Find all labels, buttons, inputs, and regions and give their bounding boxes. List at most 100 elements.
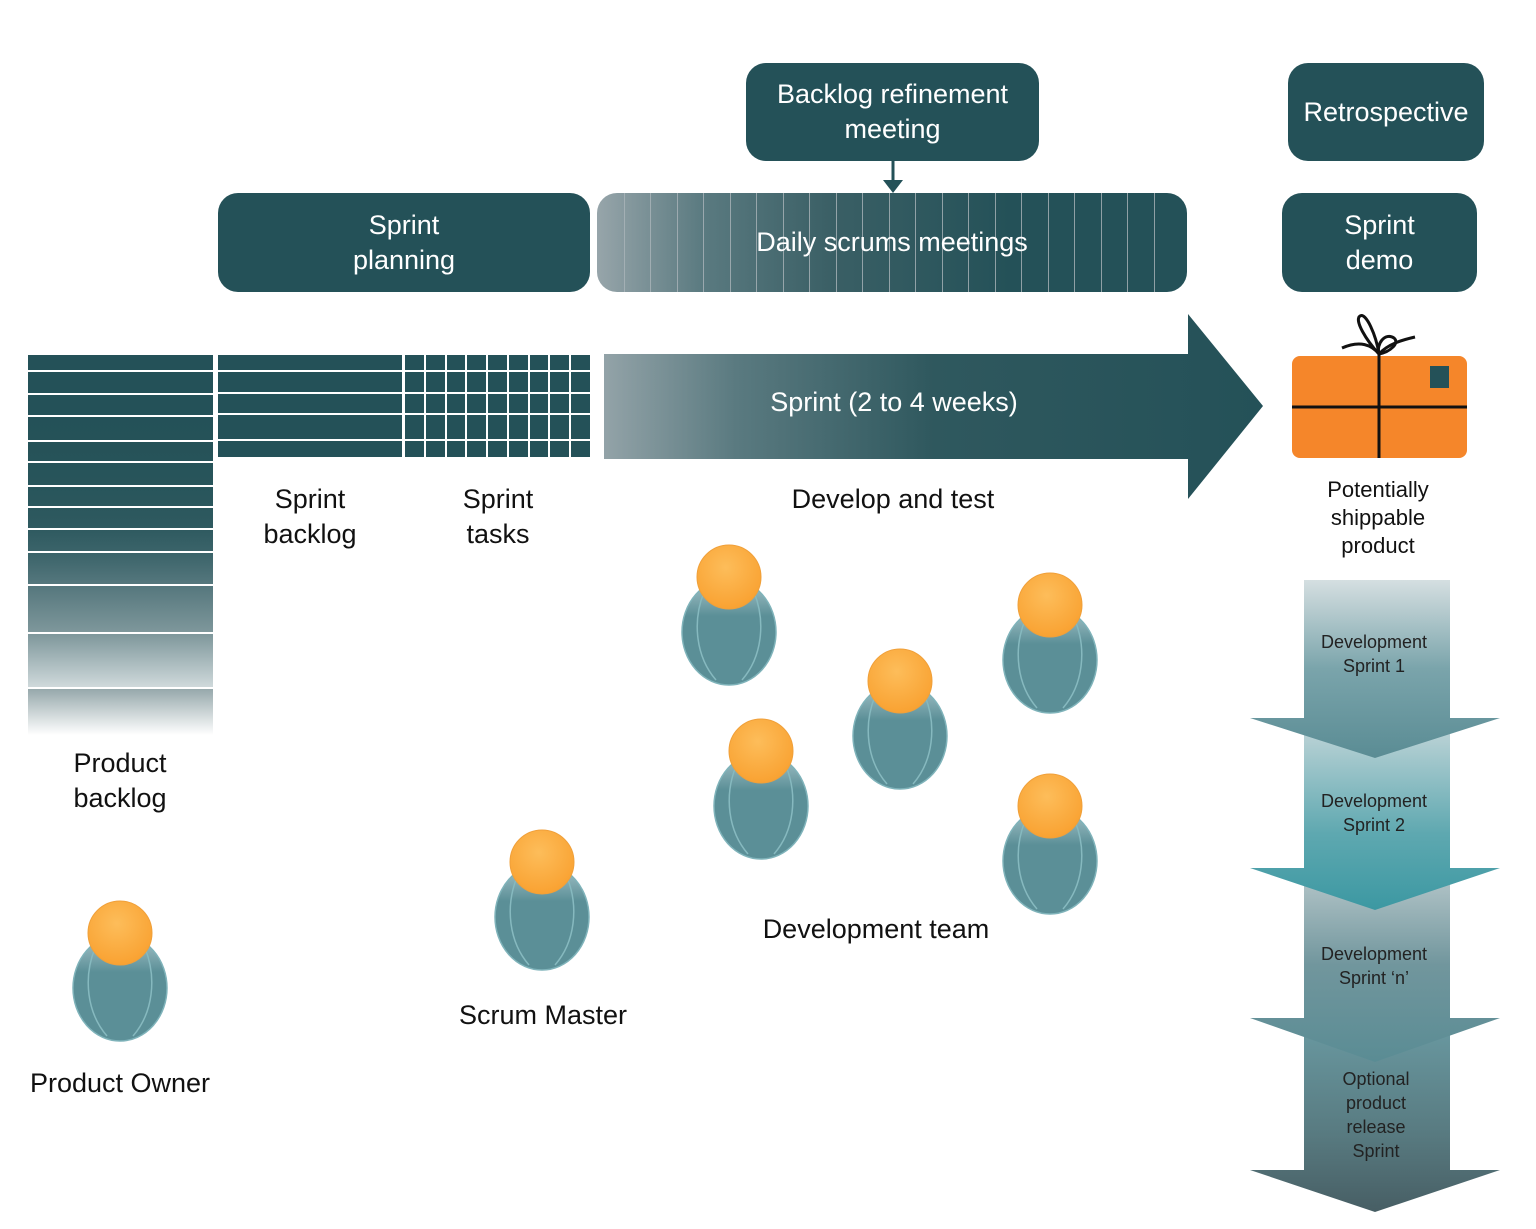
scrum-master-label: Scrum Master (458, 1000, 628, 1030)
sprint-backlog-item (218, 355, 402, 370)
sprint-task-cell (405, 372, 424, 392)
sprint-task-cell (529, 394, 549, 413)
sprint-task-cell (488, 355, 507, 370)
product-backlog-item (28, 417, 213, 440)
sprint-task-cell (488, 394, 507, 413)
sprint-task-cell (467, 394, 487, 413)
product-backlog-item (28, 395, 213, 415)
sprint-task-cell (550, 441, 570, 457)
developer-person-icon (713, 718, 809, 860)
daily-scrums-box: Daily scrums meetings (597, 193, 1187, 292)
sprint-task-cell (425, 372, 445, 392)
product-backlog-item (28, 586, 213, 632)
sprint-duration-label: Sprint (2 to 4 weeks) (770, 387, 1018, 417)
sprint-task-cell (467, 441, 487, 457)
sprint-task-cell (467, 372, 487, 392)
sprint-task-cell (571, 415, 590, 439)
sprint-task-cell (550, 355, 570, 370)
sprint-task-cell (488, 441, 507, 457)
product-backlog-item (28, 530, 213, 551)
daily-scrum-divider (1127, 193, 1128, 292)
product-backlog-stack (28, 355, 213, 738)
product-backlog-item (28, 372, 213, 393)
develop-and-test-label: Develop and test (791, 484, 995, 514)
backlog-refinement-box: Backlog refinement meeting (746, 63, 1039, 161)
release-step-2-label: Development Sprint 2 (1320, 791, 1428, 835)
daily-scrum-divider (1100, 193, 1102, 292)
sprint-task-cell (550, 372, 570, 392)
product-backlog-item (28, 463, 213, 485)
development-team-label: Development team (762, 914, 990, 944)
daily-scrum-divider (703, 193, 704, 292)
developer-person-icon (1002, 773, 1098, 915)
sprint-backlog-item (218, 441, 402, 457)
sprint-tasks-label: Sprint tasks (462, 484, 534, 549)
sprint-task-cell (550, 394, 570, 413)
daily-scrum-divider (1074, 193, 1075, 292)
sprint-task-cell (405, 394, 424, 413)
sprint-task-cell (529, 415, 549, 439)
sprint-task-cell (508, 415, 528, 439)
sprint-task-cell (425, 355, 445, 370)
developer-person-icon (1002, 572, 1098, 714)
sprint-task-cell (529, 372, 549, 392)
daily-scrum-divider (729, 193, 731, 292)
release-step-3-label: Development Sprint ‘n’ (1320, 944, 1428, 988)
sprint-task-cell (425, 415, 445, 439)
developer-person-icon (852, 648, 948, 790)
sprint-backlog-label: Sprint backlog (263, 484, 357, 549)
product-backlog-item (28, 487, 213, 506)
sprint-task-cell (446, 441, 466, 457)
daily-scrum-divider (676, 193, 678, 292)
sprint-task-cell (425, 394, 445, 413)
backlog-refinement-label: Backlog refinement meeting (776, 79, 1009, 144)
product-backlog-item (28, 634, 213, 687)
sprint-task-cell (571, 441, 590, 457)
product-owner-label: Product Owner (29, 1068, 211, 1098)
product-backlog-item (28, 553, 213, 584)
sprint-task-cell (488, 372, 507, 392)
sprint-task-cell (446, 372, 466, 392)
sprint-demo-label: Sprint demo (1344, 209, 1415, 275)
sprint-backlog-stack (218, 355, 402, 459)
sprint-planning-box: Sprint planning (218, 193, 590, 292)
sprint-task-cell (508, 355, 528, 370)
sprint-task-cell (571, 372, 590, 392)
sprint-backlog-item (218, 372, 402, 392)
daily-scrum-divider (1153, 193, 1155, 292)
daily-scrum-divider (650, 193, 651, 292)
release-step-4-label: Optional product release Sprint (1342, 1069, 1410, 1161)
potentially-shippable-label: Potentially shippable product (1327, 477, 1429, 558)
sprint-task-cell (467, 355, 487, 370)
sprint-task-cell (508, 372, 528, 392)
product-backlog-label: Product backlog (73, 748, 167, 813)
sprint-task-cell (571, 394, 590, 413)
sprint-backlog-item (218, 415, 402, 439)
sprint-task-cell (508, 441, 528, 457)
product-backlog-item (28, 689, 213, 735)
product-owner-person-icon (72, 900, 168, 1042)
sprint-task-cell (446, 355, 466, 370)
down-arrow-icon (883, 160, 903, 193)
retrospective-box: Retrospective (1288, 63, 1484, 161)
scrum-master-person-icon (494, 829, 590, 971)
sprint-backlog-item (218, 394, 402, 413)
sprint-demo-box: Sprint demo (1282, 193, 1477, 292)
sprint-planning-label: Sprint planning (352, 209, 456, 275)
sprint-task-cell (550, 415, 570, 439)
gift-package-icon (1292, 314, 1467, 458)
sprint-task-cell (405, 355, 424, 370)
sprint-task-cell (508, 394, 528, 413)
sprint-task-cell (446, 415, 466, 439)
sprint-task-cell (529, 355, 549, 370)
sprint-task-cell (405, 441, 424, 457)
sprint-task-cell (488, 415, 507, 439)
sprint-task-cell (529, 441, 549, 457)
sprint-task-cell (425, 441, 445, 457)
sprint-task-cell (467, 415, 487, 439)
daily-scrum-divider (1047, 193, 1049, 292)
product-backlog-item (28, 508, 213, 528)
retrospective-label: Retrospective (1303, 96, 1469, 127)
sprint-task-cell (571, 355, 590, 370)
sprint-task-cell (405, 415, 424, 439)
